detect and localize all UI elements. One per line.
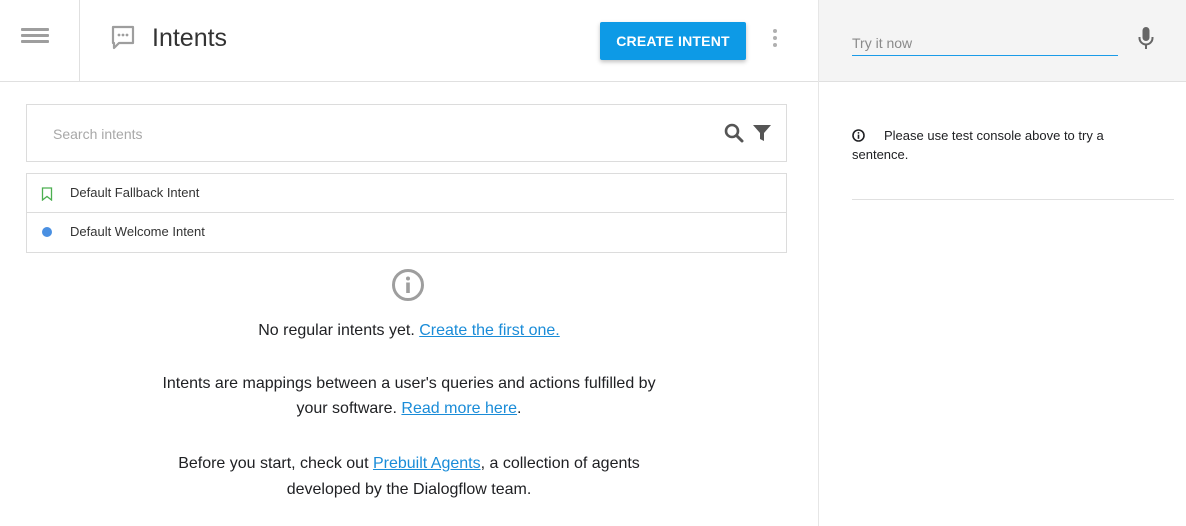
- top-bar-divider: [79, 0, 80, 82]
- bookmark-outline-icon: [41, 187, 53, 201]
- empty-state-text: developed by the Dialogflow team.: [286, 481, 532, 498]
- intent-list: Default Fallback Intent Default Welcome …: [26, 173, 787, 253]
- info-icon: [852, 129, 865, 142]
- search-input[interactable]: [53, 123, 653, 145]
- empty-state-text: Before you start, check out: [178, 455, 369, 472]
- intent-name: Default Fallback Intent: [70, 185, 200, 200]
- test-console-pane: Please use test console above to try a s…: [818, 0, 1186, 526]
- empty-state-line: No regular intents yet. Create the first…: [0, 322, 818, 340]
- top-bar: Intents CREATE INTENT: [0, 0, 818, 82]
- try-it-input[interactable]: [852, 30, 1118, 56]
- page-title: Intents: [152, 24, 228, 52]
- read-more-link[interactable]: Read more here: [401, 400, 517, 417]
- empty-state-line: Before you start, check out Prebuilt Age…: [0, 455, 818, 473]
- filter-icon[interactable]: [751, 122, 773, 144]
- try-it-bar: [819, 0, 1186, 82]
- intent-name: Default Welcome Intent: [70, 224, 205, 239]
- search-icon[interactable]: [722, 121, 746, 145]
- empty-state-text: your software.: [296, 400, 397, 417]
- empty-state-text: Intents are mappings between a user's qu…: [162, 375, 656, 392]
- empty-state-line: your software. Read more here.: [0, 400, 818, 418]
- list-item[interactable]: Default Welcome Intent: [27, 213, 786, 252]
- intents-pane: Intents CREATE INTENT Default Fallback I…: [0, 0, 818, 526]
- info-icon: [392, 269, 424, 301]
- search-bar: [26, 104, 787, 162]
- empty-state-text: No regular intents yet.: [258, 322, 415, 339]
- empty-state-line: developed by the Dialogflow team.: [0, 481, 818, 499]
- console-message: Please use test console above to try a s…: [852, 126, 1152, 164]
- list-item[interactable]: Default Fallback Intent: [27, 174, 786, 213]
- empty-state-text: .: [517, 400, 522, 417]
- chat-bubble-icon: [111, 25, 135, 50]
- microphone-icon[interactable]: [1137, 26, 1155, 52]
- divider: [852, 199, 1174, 200]
- hamburger-menu-icon[interactable]: [14, 22, 52, 52]
- create-intent-button[interactable]: CREATE INTENT: [600, 22, 746, 60]
- console-message-text: Please use test console above to try a s…: [852, 128, 1104, 162]
- empty-state-text: , a collection of agents: [480, 455, 640, 472]
- empty-state-line: Intents are mappings between a user's qu…: [0, 375, 818, 393]
- create-first-intent-link[interactable]: Create the first one.: [419, 322, 560, 339]
- more-options-icon[interactable]: [768, 28, 782, 48]
- prebuilt-agents-link[interactable]: Prebuilt Agents: [373, 455, 481, 472]
- dot-icon: [42, 227, 52, 237]
